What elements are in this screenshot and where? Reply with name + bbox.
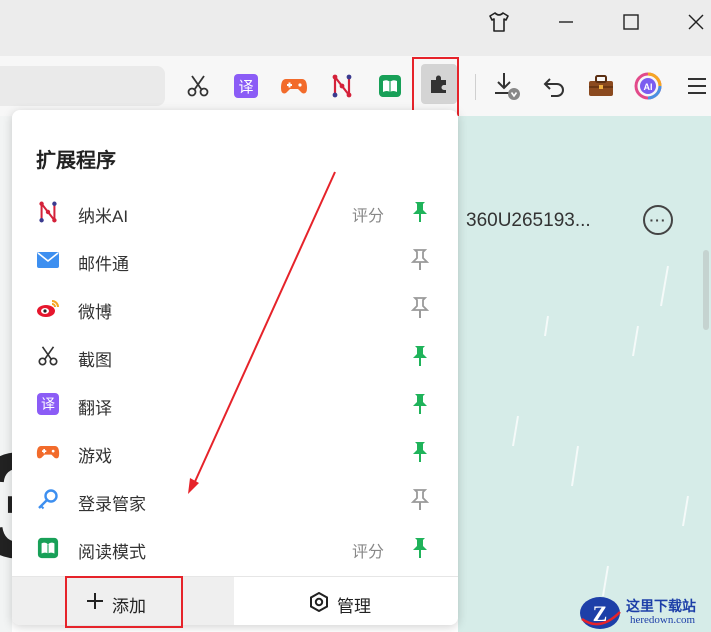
watermark-logo: Z 这里下载站 heredown.com: [578, 592, 711, 632]
watermark-cn: 这里下载站: [626, 598, 696, 614]
watermark-en: heredown.com: [630, 614, 696, 626]
annotation-arrow: [188, 171, 336, 494]
